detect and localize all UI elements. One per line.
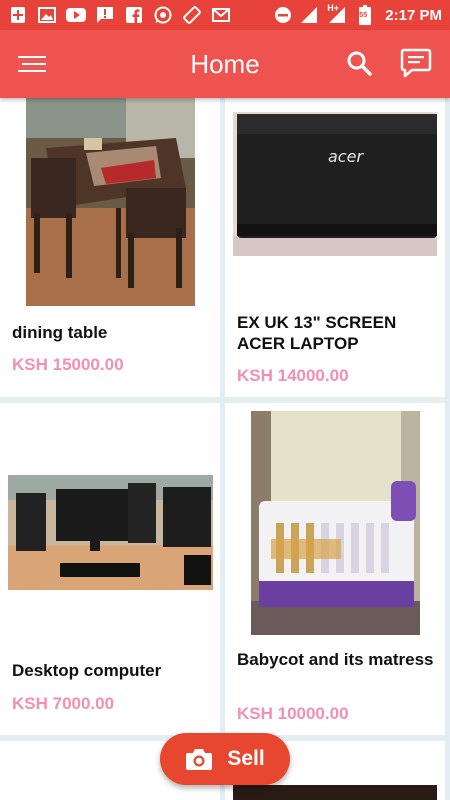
listing-card[interactable]: acer EX UK 13" SCREEN ACER LAPTOP KSH 14… [225,98,445,397]
listing-photo [233,785,437,800]
camera-icon [186,749,213,770]
do-not-disturb-icon [273,5,293,25]
babycot-photo [251,411,420,635]
image-icon [37,5,57,25]
app-bar: Home [0,30,450,98]
network-signal-icon: H+ [325,3,349,25]
battery-level-label: 55 [359,12,368,19]
listing-title: EX UK 13" SCREEN ACER LAPTOP [237,313,397,353]
listing-price: KSH 14000.00 [237,366,349,385]
listing-title: Desktop computer [12,661,162,680]
search-button[interactable] [344,48,374,78]
chat-icon [400,48,432,78]
add-icon [8,5,28,25]
youtube-icon [66,5,86,25]
whatsapp-icon [153,5,173,25]
listing-price: KSH 7000.00 [12,694,115,713]
listing-card[interactable]: Babycot and its matress KSH 10000.00 [225,403,445,735]
network-type-label: H+ [327,3,340,13]
listing-card[interactable]: Desktop computer KSH 7000.00 [0,403,220,735]
battery-icon: 55 [355,5,375,25]
status-bar: H+ 55 2:17 PM [0,0,450,30]
listing-card[interactable]: dining table KSH 15000.00 [0,98,220,397]
clock: 2:17 PM [385,6,442,24]
message-alert-icon [95,5,115,25]
listing-title: Babycot and its matress [237,650,434,669]
listing-price: KSH 10000.00 [237,704,349,723]
svg-text:acer: acer [328,147,364,166]
listing-price: KSH 15000.00 [12,355,124,374]
facebook-icon [124,5,144,25]
sell-button[interactable]: Sell [160,733,290,785]
mail-icon [211,5,231,25]
dining-table-photo [26,98,195,306]
search-icon [347,51,372,76]
signal-icon [299,5,319,25]
page-title: Home [190,48,260,79]
desktop-computer-photo [8,475,213,590]
system-status: H+ 55 2:17 PM [273,3,442,25]
notification-icons [8,5,231,25]
listing-title: dining table [12,323,108,342]
chat-button[interactable] [398,46,434,80]
sell-button-label: Sell [227,747,265,770]
acer-laptop-photo: acer [233,112,437,256]
screen-rotate-icon [182,5,202,25]
